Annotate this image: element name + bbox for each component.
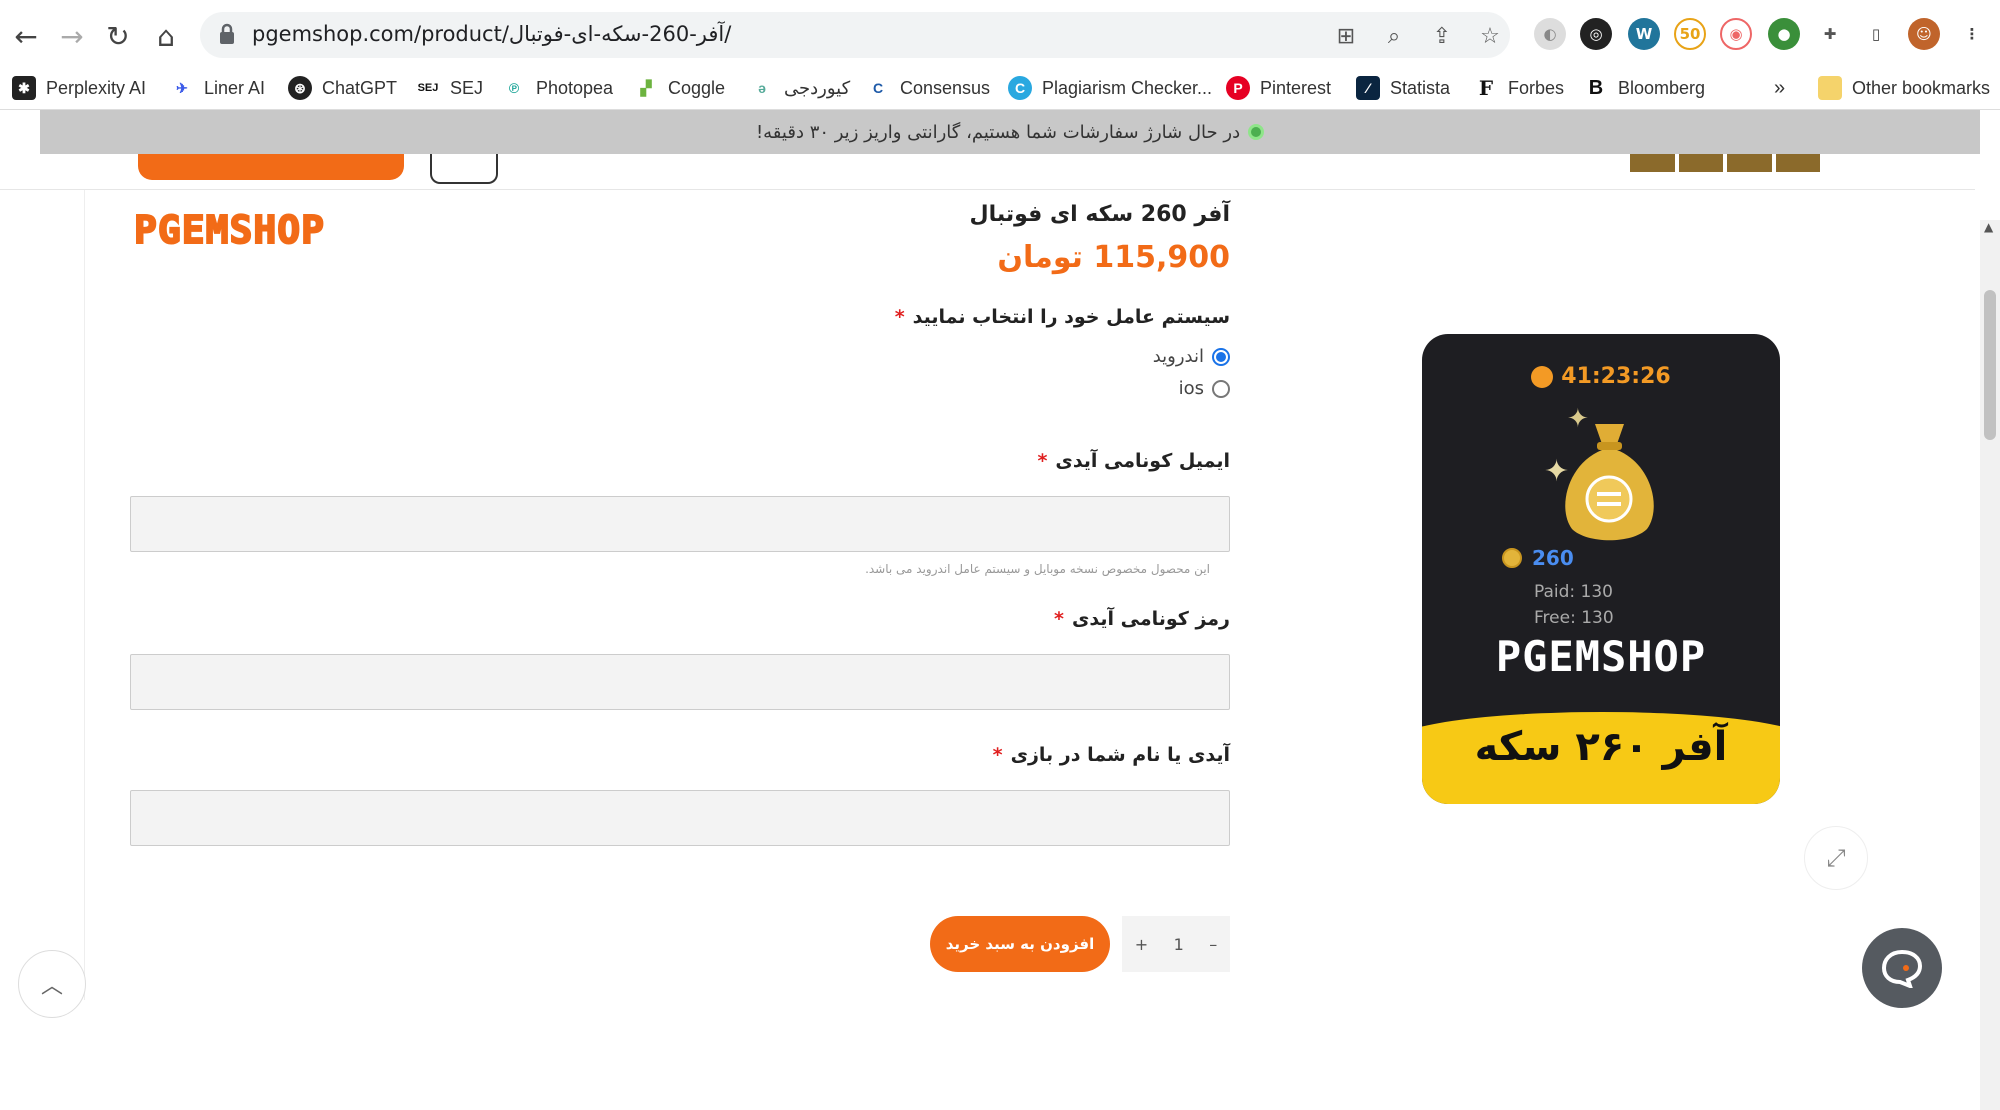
product-price: 115,900 تومان <box>997 240 1230 275</box>
header-button[interactable] <box>138 154 404 180</box>
bookmark-item[interactable]: P Pinterest <box>1226 72 1331 104</box>
other-bookmarks[interactable]: Other bookmarks <box>1818 72 1990 104</box>
liner-icon: ✈ <box>176 79 188 96</box>
offer-text: آفر ۲۶۰ سکه <box>1474 724 1728 770</box>
email-label: ایمیل کونامی آیدی* <box>1037 450 1230 472</box>
email-field[interactable] <box>130 496 1230 552</box>
consensus-icon: C <box>872 80 884 96</box>
pinterest-icon: P <box>1226 76 1250 100</box>
wordpress-icon[interactable]: W <box>1628 18 1660 50</box>
add-to-cart-button[interactable]: افزودن به سبد خرید <box>930 916 1110 972</box>
side-panel-icon[interactable]: ▯ <box>1860 18 1892 50</box>
clock-icon <box>1531 365 1554 388</box>
minus-button[interactable]: – <box>1209 935 1217 954</box>
forward-icon[interactable]: → <box>50 14 94 58</box>
address-bar[interactable]: pgemshop.com/product/آفر-260-سکه-ای-فوتب… <box>200 12 1510 58</box>
card-logo: PGEMSHOP <box>1495 632 1707 681</box>
bookmark-item[interactable]: SEJ SEJ <box>416 72 483 104</box>
bookmark-item[interactable]: ℗ Photopea <box>502 72 613 104</box>
scrollbar-thumb[interactable] <box>1984 290 1996 440</box>
forbes-icon: F <box>1478 76 1494 100</box>
perplexity-icon: ✱ <box>12 76 36 100</box>
avatar[interactable]: ☺ <box>1908 18 1940 50</box>
radio-button[interactable] <box>1212 347 1230 366</box>
email-hint: این محصول مخصوص نسخه موبایل و سیستم عامل… <box>865 562 1210 576</box>
bookmark-item[interactable]: B Bloomberg <box>1584 72 1705 104</box>
zoom-icon[interactable]: ⌕ <box>1380 22 1408 50</box>
bloomberg-icon: B <box>1588 76 1604 99</box>
coin-count: 260 <box>1502 546 1574 570</box>
game-id-field[interactable] <box>130 790 1230 846</box>
url-text[interactable]: pgemshop.com/product/آفر-260-سکه-ای-فوتب… <box>252 22 731 46</box>
scroll-up-icon[interactable]: ▲ <box>1984 220 1993 234</box>
notice-text: در حال شارژ سفارشات شما هستیم، گارانتی و… <box>755 121 1241 143</box>
bookmark-item[interactable]: ⊛ ChatGPT <box>288 72 397 104</box>
quantity-input[interactable]: 1 <box>1174 935 1184 954</box>
extensions-puzzle-icon[interactable]: ✚ <box>1814 18 1846 50</box>
password-label: رمز کونامی آیدی* <box>1054 608 1230 630</box>
folder-icon <box>1818 76 1842 100</box>
page-content: در حال شارژ سفارشات شما هستیم، گارانتی و… <box>0 110 2000 1110</box>
bookmark-item[interactable]: ▞ Coggle <box>634 72 725 104</box>
coin-icon <box>1502 548 1522 568</box>
product-image: 41:23:26 ✦ ✦ 260 Paid: 130 Free: 130 PGE… <box>1422 334 1780 804</box>
more-bookmarks-button[interactable]: » <box>1774 72 1785 104</box>
chatgpt-icon: ⊛ <box>288 76 312 100</box>
chat-icon[interactable] <box>1862 928 1942 1008</box>
extension-icon[interactable]: ◎ <box>1580 18 1612 50</box>
game-id-label: آیدی یا نام شما در بازی* <box>992 744 1230 766</box>
lock-icon[interactable] <box>218 22 236 46</box>
search-button[interactable] <box>430 154 498 184</box>
statista-icon: ⁄ <box>1356 76 1380 100</box>
extension-icon[interactable]: ◐ <box>1534 18 1566 50</box>
password-field[interactable] <box>130 654 1230 710</box>
globe-icon[interactable]: ● <box>1768 18 1800 50</box>
bookmark-item[interactable]: ⁄ Statista <box>1356 72 1450 104</box>
money-bag-icon <box>1565 424 1654 541</box>
divider <box>84 190 85 1000</box>
bookmarks-bar: ✱ Perplexity AI ✈ Liner AI ⊛ ChatGPT SEJ SEJ… <box>0 68 2000 110</box>
home-icon[interactable]: ⌂ <box>144 14 188 58</box>
expand-icon[interactable]: ⤢ <box>1804 826 1868 890</box>
header-thumbnails <box>1630 154 1820 172</box>
plus-button[interactable]: + <box>1135 935 1148 954</box>
notice-banner: در حال شارژ سفارشات شما هستیم، گارانتی و… <box>40 110 1980 154</box>
paid-coins: Paid: 130 <box>1534 582 1613 602</box>
site-logo[interactable]: PGEMSHOP <box>133 207 325 253</box>
extension-icon[interactable]: ◉ <box>1720 18 1752 50</box>
bookmark-item[interactable]: F Forbes <box>1474 72 1564 104</box>
menu-icon[interactable]: ⋮ <box>1956 18 1988 50</box>
site-header <box>0 154 1975 190</box>
keyword-tool-icon: ə <box>758 80 766 96</box>
countdown-timer: 41:23:26 <box>1422 364 1780 389</box>
radio-button[interactable] <box>1212 379 1230 398</box>
seo-extension-icon[interactable]: 50 <box>1674 18 1706 50</box>
plagiarism-checker-icon: C <box>1008 76 1032 100</box>
product-title: آفر 260 سکه ای فوتبال <box>969 202 1230 227</box>
os-option-android[interactable]: اندروید <box>1153 346 1230 367</box>
free-coins: Free: 130 <box>1534 608 1614 628</box>
browser-chrome: ← → ↻ ⌂ pgemshop.com/product/آفر-260-سکه… <box>0 0 2000 110</box>
bookmark-item[interactable]: C Consensus <box>866 72 990 104</box>
sej-icon: SEJ <box>417 82 439 94</box>
scroll-to-top-button[interactable]: ︿ <box>18 950 86 1018</box>
os-label: سیستم عامل خود را انتخاب نمایید* <box>894 306 1230 328</box>
scrollbar[interactable]: ▲ <box>1980 220 2000 1110</box>
photopea-icon: ℗ <box>508 80 520 96</box>
coggle-icon: ▞ <box>640 79 652 96</box>
os-option-ios[interactable]: ios <box>1179 378 1230 399</box>
translate-icon[interactable]: ⊞ <box>1332 22 1360 50</box>
share-icon[interactable]: ⇪ <box>1428 22 1456 50</box>
reload-icon[interactable]: ↻ <box>96 14 140 58</box>
bookmark-item[interactable]: ✈ Liner AI <box>170 72 265 104</box>
bookmark-item[interactable]: ə کیوردجی <box>750 72 850 104</box>
back-icon[interactable]: ← <box>4 14 48 58</box>
bookmark-item[interactable]: ✱ Perplexity AI <box>12 72 146 104</box>
star-icon[interactable]: ☆ <box>1476 22 1504 50</box>
status-dot-icon <box>1248 124 1265 140</box>
bookmark-item[interactable]: C Plagiarism Checker... <box>1008 72 1212 104</box>
quantity-stepper: + 1 – <box>1122 916 1230 972</box>
browser-toolbar: ← → ↻ ⌂ pgemshop.com/product/آفر-260-سکه… <box>0 0 2000 68</box>
